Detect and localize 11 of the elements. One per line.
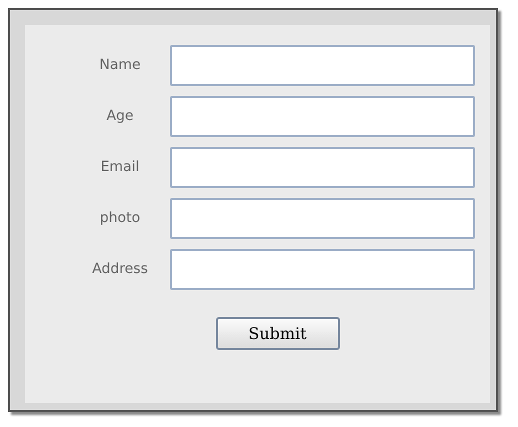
text-field[interactable] — [170, 198, 475, 239]
submit-button[interactable]: Submit — [216, 317, 340, 350]
field-label: photo — [98, 209, 142, 228]
field-label: Name — [98, 56, 142, 75]
field-label: Address — [91, 260, 149, 279]
text-field[interactable] — [170, 249, 475, 290]
text-field[interactable] — [170, 45, 475, 86]
field-label: Email — [100, 158, 140, 177]
field-label: Age — [105, 107, 135, 126]
text-field[interactable] — [170, 147, 475, 188]
text-field[interactable] — [170, 96, 475, 137]
